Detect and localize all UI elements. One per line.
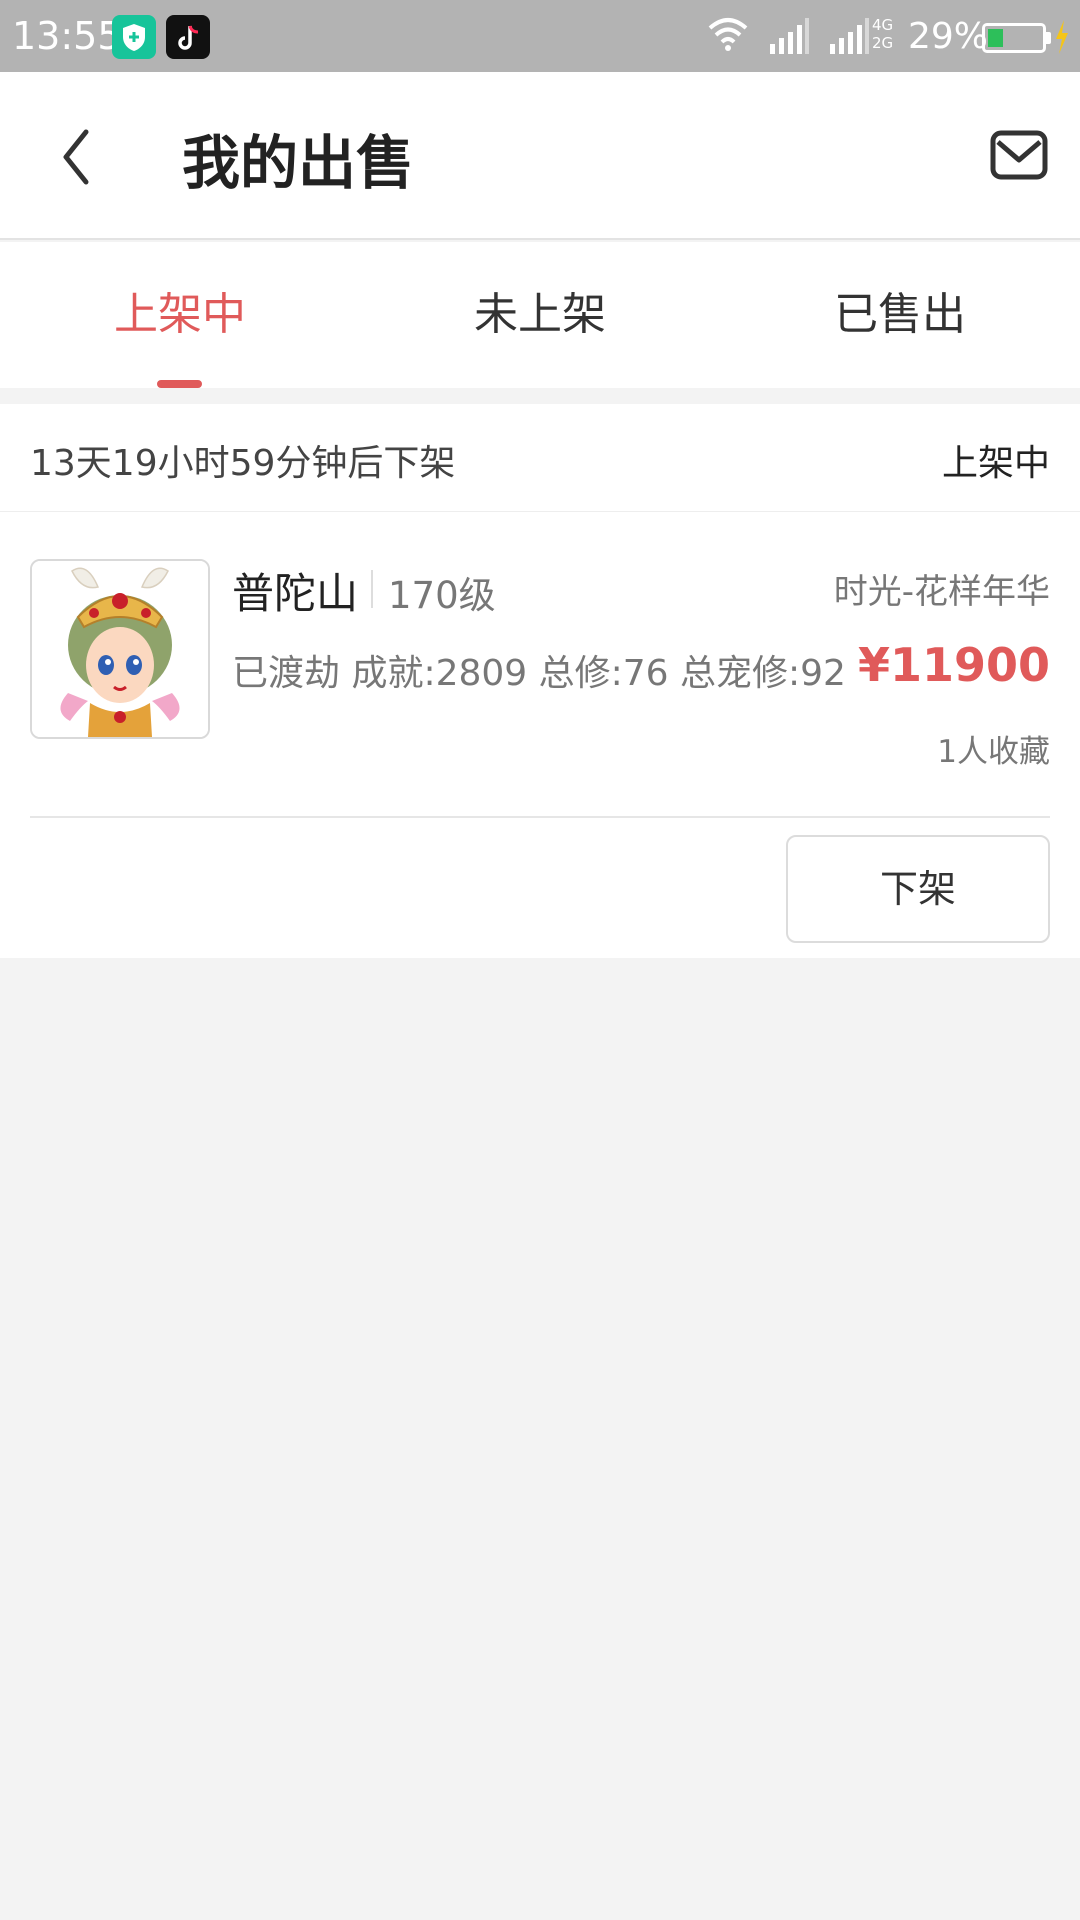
tab-not-listed[interactable]: 未上架 (360, 242, 720, 388)
battery-cap (1046, 32, 1051, 44)
character-school: 普陀山 (232, 569, 359, 618)
name-divider (371, 570, 373, 608)
mail-icon (990, 130, 1048, 180)
listing-status: 上架中 (941, 443, 1050, 484)
character-portrait-image (32, 561, 208, 737)
tab-on-sale[interactable]: 上架中 (0, 242, 360, 388)
network-type: 4G 2G (872, 16, 894, 52)
battery-fill (988, 29, 1003, 47)
server-name: 时光-花样年华 (833, 572, 1050, 612)
status-time: 13:55 (12, 14, 122, 58)
card-divider (30, 816, 1050, 818)
delist-countdown: 13天19小时59分钟后下架 (30, 443, 456, 484)
mail-button[interactable] (990, 130, 1048, 180)
signal-icon (768, 18, 810, 58)
app-header: 我的出售 (0, 72, 1080, 240)
battery-icon (982, 23, 1046, 53)
favorite-count: 1人收藏 (937, 734, 1050, 770)
status-bar: 13:55 4G 2G 29% (0, 0, 1080, 72)
shield-app-icon (112, 15, 156, 59)
page-title: 我的出售 (182, 129, 415, 197)
back-button[interactable] (56, 122, 116, 192)
listing-price: ¥11900 (857, 638, 1050, 692)
chevron-left-icon (63, 129, 89, 185)
delist-button[interactable]: 下架 (786, 835, 1050, 943)
active-tab-indicator (157, 380, 202, 388)
wifi-icon (706, 16, 750, 56)
character-thumbnail[interactable] (30, 559, 210, 739)
character-stats: 已渡劫 成就:2809 总修:76 总宠修:92 (232, 653, 846, 694)
tiktok-app-icon (166, 15, 210, 59)
charging-icon (1054, 20, 1070, 58)
battery-percent: 29% (908, 16, 989, 57)
signal-icon (828, 18, 870, 58)
tab-sold[interactable]: 已售出 (720, 242, 1080, 388)
tab-bar: 上架中 未上架 已售出 (0, 242, 1080, 388)
listing-card[interactable]: 13天19小时59分钟后下架 上架中 普陀山 170级 时光-花样年华 已渡劫 … (0, 404, 1080, 958)
listing-card-header: 13天19小时59分钟后下架 上架中 (0, 404, 1080, 512)
character-level: 170级 (388, 574, 496, 617)
